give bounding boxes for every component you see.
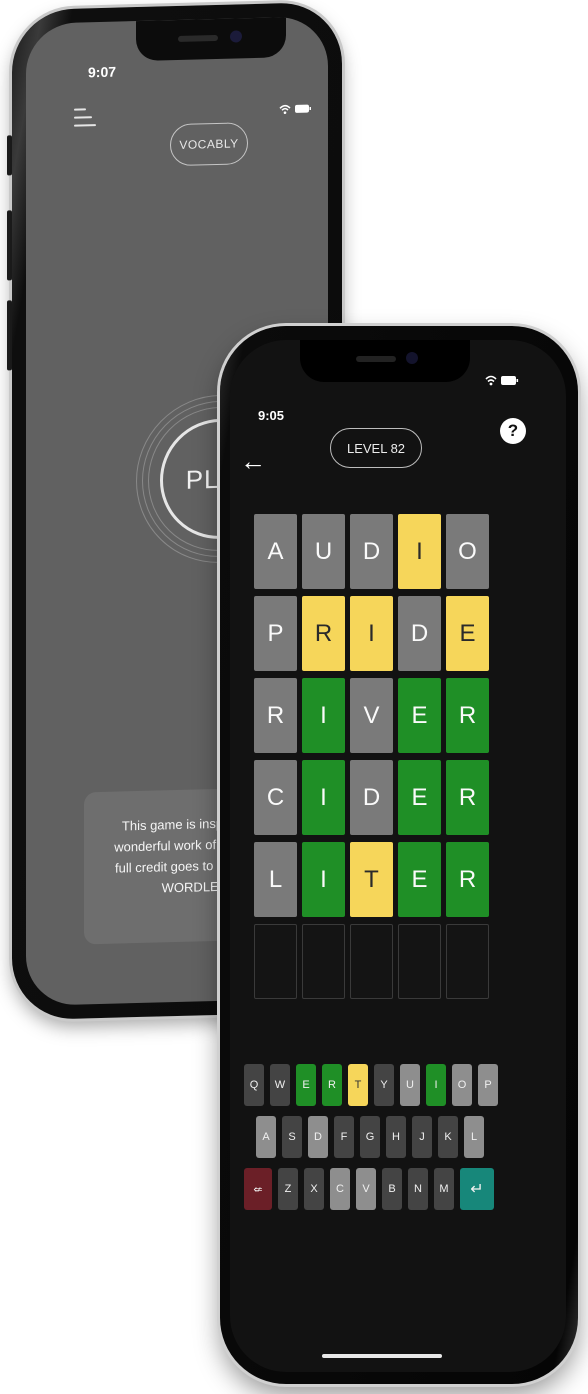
level-indicator: LEVEL 82 [330, 428, 422, 468]
letter-tile: E [398, 678, 441, 753]
board-row [254, 924, 489, 999]
letter-tile: R [446, 760, 489, 835]
letter-tile: C [254, 760, 297, 835]
key-r[interactable]: R [322, 1064, 342, 1106]
speaker-grille [178, 34, 218, 42]
key-w[interactable]: W [270, 1064, 290, 1106]
key-d[interactable]: D [308, 1116, 328, 1158]
board-row: CIDER [254, 760, 489, 835]
front-phone: 9:05 ? LEVEL 82 ← AUDIOPRIDERIVERCIDERLI… [220, 326, 578, 1384]
status-time: 9:07 [88, 63, 117, 81]
key-s[interactable]: S [282, 1116, 302, 1158]
key-u[interactable]: U [400, 1064, 420, 1106]
letter-tile: I [302, 760, 345, 835]
letter-tile: E [398, 760, 441, 835]
letter-tile: E [398, 842, 441, 917]
letter-tile: D [398, 596, 441, 671]
letter-tile: U [302, 514, 345, 589]
keyboard-row: ASDFGHJKL [256, 1116, 498, 1158]
letter-tile: T [350, 842, 393, 917]
letter-tile: R [446, 842, 489, 917]
letter-tile: L [254, 842, 297, 917]
board-row: LITER [254, 842, 489, 917]
key-e[interactable]: E [296, 1064, 316, 1106]
wifi-battery-icon [484, 374, 520, 390]
key-f[interactable]: F [334, 1116, 354, 1158]
board-row: AUDIO [254, 514, 489, 589]
key-x[interactable]: X [304, 1168, 324, 1210]
board-row: RIVER [254, 678, 489, 753]
menu-icon[interactable] [74, 108, 96, 133]
key-t[interactable]: T [348, 1064, 368, 1106]
game-screen: 9:05 ? LEVEL 82 ← AUDIOPRIDERIVERCIDERLI… [230, 340, 566, 1372]
key-i[interactable]: I [426, 1064, 446, 1106]
key-y[interactable]: Y [374, 1064, 394, 1106]
volume-down-button [7, 300, 12, 371]
letter-tile: A [254, 514, 297, 589]
key-l[interactable]: L [464, 1116, 484, 1158]
help-icon[interactable]: ? [500, 418, 526, 444]
key-v[interactable]: V [356, 1168, 376, 1210]
delete-key-icon[interactable]: ⇍ [244, 1168, 272, 1210]
letter-tile: O [446, 514, 489, 589]
key-o[interactable]: O [452, 1064, 472, 1106]
volume-up-button [7, 210, 12, 281]
speaker-grille [356, 356, 396, 362]
key-n[interactable]: N [408, 1168, 428, 1210]
letter-tile [350, 924, 393, 999]
letter-tile: R [302, 596, 345, 671]
letter-tile: I [302, 842, 345, 917]
key-h[interactable]: H [386, 1116, 406, 1158]
letter-tile: I [398, 514, 441, 589]
notch [300, 340, 470, 382]
letter-tile: I [350, 596, 393, 671]
key-b[interactable]: B [382, 1168, 402, 1210]
key-k[interactable]: K [438, 1116, 458, 1158]
home-indicator [322, 1354, 442, 1358]
back-arrow-icon[interactable]: ← [240, 448, 266, 474]
key-z[interactable]: Z [278, 1168, 298, 1210]
letter-tile: V [350, 678, 393, 753]
keyboard-row: QWERTYUIOP [244, 1064, 498, 1106]
key-q[interactable]: Q [244, 1064, 264, 1106]
wifi-battery-icon [278, 102, 312, 118]
keyboard-row: ⇍ Z X C V B N M ↵ [244, 1168, 498, 1210]
letter-tile: D [350, 760, 393, 835]
letter-tile: I [302, 678, 345, 753]
on-screen-keyboard: QWERTYUIOP ASDFGHJKL ⇍ Z X C V B N M ↵ [244, 1064, 498, 1220]
app-title-pill: VOCABLY [170, 122, 248, 167]
mute-switch [7, 135, 12, 176]
key-p[interactable]: P [478, 1064, 498, 1106]
enter-key-icon[interactable]: ↵ [460, 1168, 494, 1210]
key-a[interactable]: A [256, 1116, 276, 1158]
letter-tile [302, 924, 345, 999]
board-row: PRIDE [254, 596, 489, 671]
letter-tile [254, 924, 297, 999]
status-time: 9:05 [258, 408, 285, 423]
letter-tile: R [446, 678, 489, 753]
key-g[interactable]: G [360, 1116, 380, 1158]
letter-tile: P [254, 596, 297, 671]
letter-tile: D [350, 514, 393, 589]
game-board: AUDIOPRIDERIVERCIDERLITER [254, 514, 489, 1006]
letter-tile: R [254, 678, 297, 753]
camera-icon [406, 352, 418, 364]
camera-icon [230, 30, 242, 43]
key-c[interactable]: C [330, 1168, 350, 1210]
letter-tile: E [446, 596, 489, 671]
letter-tile [446, 924, 489, 999]
letter-tile [398, 924, 441, 999]
notch [136, 17, 286, 62]
key-j[interactable]: J [412, 1116, 432, 1158]
key-m[interactable]: M [434, 1168, 454, 1210]
